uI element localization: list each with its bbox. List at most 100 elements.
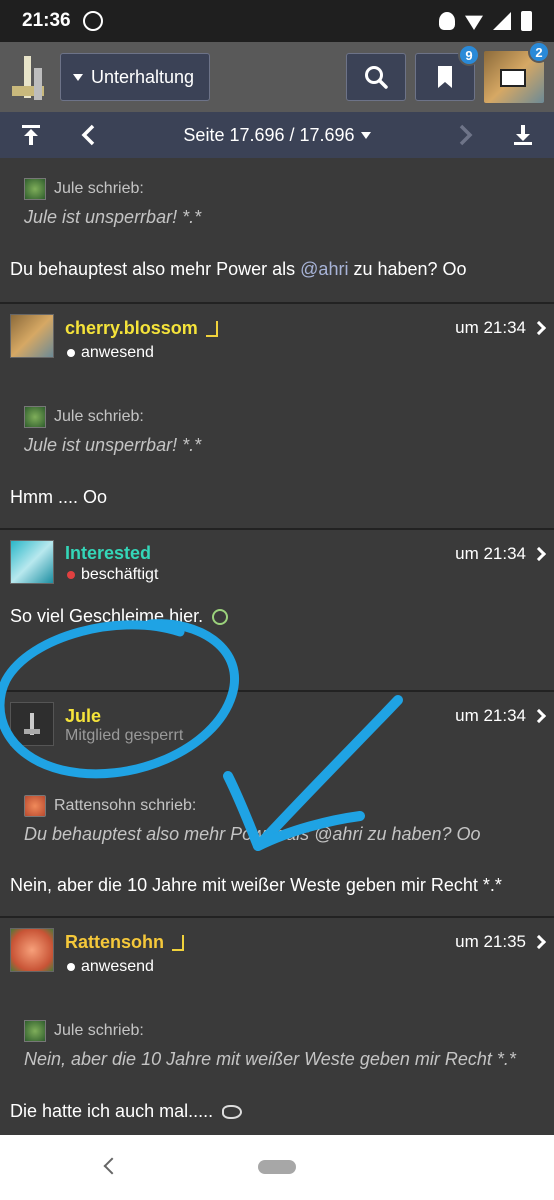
post-text-label: So viel Geschleime hier. (10, 606, 204, 626)
messages-button[interactable]: 2 (484, 41, 550, 103)
post-time[interactable]: um 21:34 (455, 706, 547, 726)
post: Rattensohn anwesend um 21:35 Jule schrie… (0, 916, 554, 1135)
user-status-label: anwesend (81, 958, 154, 975)
avatar[interactable] (10, 540, 54, 584)
bookmark-badge: 9 (458, 44, 480, 66)
wifi-icon (465, 15, 483, 30)
post-text: Die hatte ich auch mal..... (10, 1101, 243, 1122)
post-text-part: zu haben? Oo (348, 259, 467, 279)
system-nav-bar (0, 1135, 554, 1200)
quote-text: Jule ist unsperrbar! *.* (24, 435, 202, 455)
quote-author-label: Jule schrieb: (54, 1022, 144, 1039)
chevron-left-icon (81, 124, 95, 146)
quote-author-label: Jule schrieb: (54, 180, 144, 197)
username[interactable]: cherry.blossom (65, 318, 218, 339)
post-time-label: um 21:34 (455, 544, 526, 563)
chevron-right-icon (531, 934, 547, 950)
post-text: Nein, aber die 10 Jahre mit weißer Weste… (10, 875, 502, 895)
post-time-label: um 21:35 (455, 932, 526, 951)
user-status: anwesend (67, 344, 154, 362)
quote-text: Nein, aber die 10 Jahre mit weißer Weste… (24, 1049, 516, 1069)
username[interactable]: Interested (65, 543, 151, 564)
user-status-label: beschäftigt (81, 566, 159, 583)
bell-off-icon (439, 12, 455, 30)
whatsapp-icon (82, 11, 103, 31)
post-text: Du behauptest also mehr Power als @ahri … (10, 259, 467, 280)
quote-author[interactable]: Jule schrieb: (24, 178, 144, 200)
username[interactable]: Jule (65, 706, 101, 727)
quote-author[interactable]: Rattensohn schrieb: (24, 795, 196, 817)
status-icons (439, 11, 532, 31)
jump-top-icon (22, 125, 40, 145)
home-pill[interactable] (258, 1160, 296, 1174)
avatar[interactable] (10, 928, 54, 972)
top-bar: Unterhaltung 9 2 (0, 41, 554, 112)
quote-author-label: Rattensohn schrieb: (54, 797, 197, 814)
quote-avatar (24, 406, 46, 428)
last-page-button[interactable] (508, 120, 538, 150)
post-time-label: um 21:34 (455, 318, 526, 337)
quote-text: Du behauptest also mehr Power als @ahri … (24, 824, 481, 844)
quote-avatar (24, 178, 46, 200)
message-badge: 2 (528, 41, 550, 63)
busy-dot-icon (67, 571, 75, 579)
user-status-label: anwesend (81, 344, 154, 361)
post-time-label: um 21:34 (455, 706, 526, 725)
page-navigation: Seite 17.696 / 17.696 (0, 112, 554, 158)
user-status: beschäftigt (67, 566, 158, 584)
search-button[interactable] (346, 53, 406, 101)
caret-down-icon (360, 132, 371, 140)
prev-page-button[interactable] (74, 120, 104, 150)
post-time[interactable]: um 21:34 (455, 318, 547, 338)
post-text: So viel Geschleime hier. (10, 606, 229, 627)
chevron-right-icon (531, 320, 547, 336)
search-icon (365, 66, 388, 89)
battery-icon (521, 11, 532, 31)
status-time: 21:36 (22, 10, 71, 31)
post-time[interactable]: um 21:35 (455, 932, 547, 952)
quote-author[interactable]: Jule schrieb: (24, 406, 144, 428)
quote-avatar (24, 795, 46, 817)
rank-icon (205, 321, 218, 338)
username-label: cherry.blossom (65, 318, 198, 338)
bookmark-icon (438, 66, 452, 88)
quote-author-label: Jule schrieb: (54, 408, 144, 425)
avatar[interactable] (10, 314, 54, 358)
back-icon[interactable] (103, 1157, 121, 1175)
jump-bottom-icon (514, 125, 532, 145)
post-text: Hmm .... Oo (10, 487, 108, 507)
status-bar: 21:36 (0, 0, 554, 42)
quote-text: Jule ist unsperrbar! *.* (24, 207, 202, 227)
post: Interested beschäftigt um 21:34 So viel … (0, 528, 554, 690)
post: Jule schrieb: Jule ist unsperrbar! *.* D… (0, 158, 554, 302)
username[interactable]: Rattensohn (65, 932, 184, 953)
alarm-clock-emoji-icon (212, 609, 229, 626)
rank-icon (172, 935, 184, 952)
quote-author[interactable]: Jule schrieb: (24, 1020, 144, 1042)
user-status: anwesend (67, 958, 154, 976)
chevron-right-icon (459, 124, 473, 146)
trollface-emoji-icon (222, 1105, 243, 1120)
next-page-button[interactable] (450, 120, 480, 150)
envelope-icon (500, 69, 526, 87)
page-selector[interactable]: Seite 17.696 / 17.696 (104, 125, 450, 146)
online-dot-icon (67, 963, 75, 971)
forum-select-label: Unterhaltung (91, 66, 195, 87)
bookmark-button[interactable]: 9 (415, 44, 480, 101)
post-time[interactable]: um 21:34 (455, 544, 547, 564)
online-dot-icon (67, 349, 75, 357)
mention-link[interactable]: @ahri (300, 259, 348, 279)
first-page-button[interactable] (16, 120, 46, 150)
post: cherry.blossom anwesend um 21:34 Jule sc… (0, 302, 554, 528)
username-label: Rattensohn (65, 932, 164, 952)
forum-select[interactable]: Unterhaltung (60, 53, 210, 101)
post-text-label: Die hatte ich auch mal..... (10, 1101, 214, 1121)
quote-avatar (24, 1020, 46, 1042)
chevron-right-icon (531, 546, 547, 562)
caret-down-icon (73, 73, 83, 81)
avatar[interactable] (10, 702, 54, 746)
signal-icon (493, 12, 511, 30)
page-label: Seite 17.696 / 17.696 (183, 124, 355, 145)
post-text-part: Du behauptest also mehr Power als (10, 259, 301, 279)
site-logo[interactable] (10, 52, 46, 102)
